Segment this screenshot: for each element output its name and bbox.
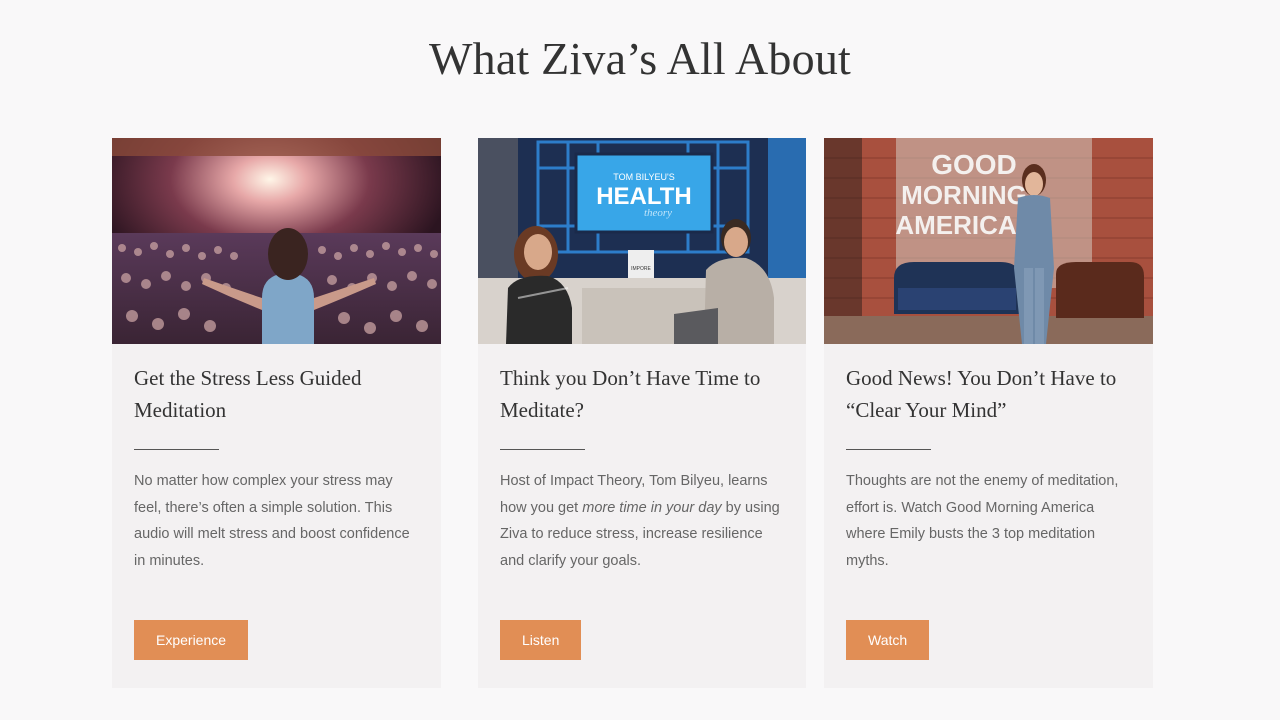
screen-subtitle-text: theory (644, 207, 672, 219)
screen-title-text: HEALTH (596, 183, 692, 210)
title-divider (846, 449, 931, 450)
card-time-to-meditate: TOM BILYEU'S HEALTH theory IMPORE Think … (478, 138, 806, 688)
table-card-text: IMPORE (631, 266, 651, 272)
listen-button[interactable]: Listen (500, 620, 582, 660)
sign-line-1: GOOD (931, 149, 1017, 180)
screen-brand-text: TOM BILYEU'S (613, 172, 674, 182)
card-title: Get the Stress Less Guided Meditation (134, 366, 362, 422)
title-divider (134, 449, 219, 450)
card-title: Think you Don’t Have Time to Meditate? (500, 366, 761, 422)
card-description: Host of Impact Theory, Tom Bilyeu, learn… (500, 468, 785, 574)
card-title: Good News! You Don’t Have to “Clear Your… (846, 366, 1117, 422)
experience-button[interactable]: Experience (134, 620, 249, 660)
watch-button[interactable]: Watch (846, 620, 930, 660)
card-description: No matter how complex your stress may fe… (134, 473, 410, 569)
sign-line-3: AMERICA (895, 210, 1017, 240)
card-image-interview: TOM BILYEU'S HEALTH theory IMPORE (478, 138, 806, 344)
card-image-audience (112, 138, 441, 344)
title-divider (500, 449, 585, 450)
card-image-studio: GOOD MORNING AMERICA (824, 138, 1153, 344)
sign-line-2: MORNING (901, 180, 1027, 210)
card-clear-your-mind: GOOD MORNING AMERICA Good News! You Don’… (824, 138, 1153, 688)
section-title: What Ziva’s All About (429, 33, 851, 84)
card-stress-less: Get the Stress Less Guided Meditation No… (112, 138, 441, 688)
description-emphasis: more time in your day (582, 499, 722, 516)
card-description: Thoughts are not the enemy of meditation… (846, 473, 1119, 569)
